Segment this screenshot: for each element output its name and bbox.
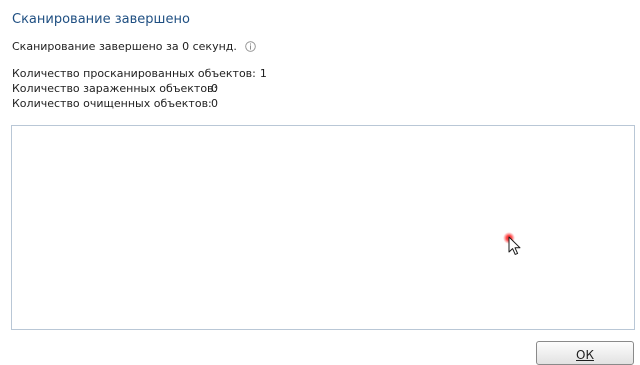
stat-row-infected: Количество зараженных объектов: 0: [12, 81, 267, 96]
stat-label-cleaned: Количество очищенных объектов:: [12, 97, 212, 110]
stat-value-infected: 0: [211, 82, 218, 95]
scan-stats: Количество просканированных объектов: 1 …: [12, 66, 267, 111]
stat-value-scanned: 1: [259, 67, 267, 80]
info-circle-icon[interactable]: [245, 41, 256, 52]
scan-results-list[interactable]: [11, 125, 635, 330]
stat-label-infected: Количество зараженных объектов:: [12, 82, 218, 95]
stat-value-cleaned: 0: [211, 97, 218, 110]
scan-summary-text: Сканирование завершено за 0 секунд.: [12, 40, 237, 53]
ok-button[interactable]: ОК: [536, 341, 634, 365]
scan-summary-row: Сканирование завершено за 0 секунд.: [12, 40, 256, 53]
scan-complete-title: Сканирование завершено: [12, 12, 190, 27]
stat-row-cleaned: Количество очищенных объектов: 0: [12, 96, 267, 111]
stat-row-scanned: Количество просканированных объектов: 1: [12, 66, 267, 81]
stat-label-scanned: Количество просканированных объектов:: [12, 67, 256, 80]
